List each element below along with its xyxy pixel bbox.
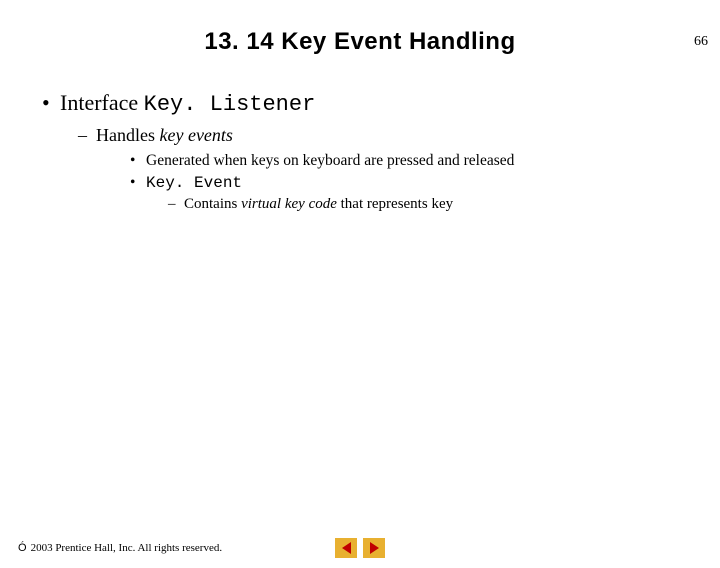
bullet1-code: Key. Listener: [144, 92, 316, 117]
dash-level-2: Handles key events: [78, 125, 700, 146]
bullet-level-1: Interface Key. Listener: [38, 90, 700, 117]
bullet3b-code: Key. Event: [146, 174, 242, 192]
prev-button[interactable]: [335, 538, 357, 558]
copyright-icon: Ó: [18, 542, 27, 554]
bullet-level-3a: Generated when keys on keyboard are pres…: [130, 152, 700, 170]
dash2-prefix: Handles: [96, 125, 159, 145]
bullet1-prefix: Interface: [60, 90, 144, 115]
dash4-suffix: that represents key: [337, 196, 453, 212]
dash4-prefix: Contains: [184, 196, 241, 212]
dash4-italic: virtual key code: [241, 196, 337, 212]
page-number: 66: [694, 34, 708, 50]
next-button[interactable]: [363, 538, 385, 558]
nav-controls: [335, 538, 385, 558]
triangle-right-icon: [370, 542, 379, 554]
dash-level-4: Contains virtual key code that represent…: [168, 196, 700, 213]
triangle-left-icon: [342, 542, 351, 554]
bullet-level-3b: Key. Event: [130, 174, 700, 192]
slide-content: Interface Key. Listener Handles key even…: [0, 90, 720, 213]
dash2-italic: key events: [159, 125, 232, 145]
bullet3a-text: Generated when keys on keyboard are pres…: [146, 152, 514, 169]
slide-title: 13. 14 Key Event Handling: [0, 28, 720, 56]
copyright-text: 2003 Prentice Hall, Inc. All rights rese…: [31, 542, 223, 554]
